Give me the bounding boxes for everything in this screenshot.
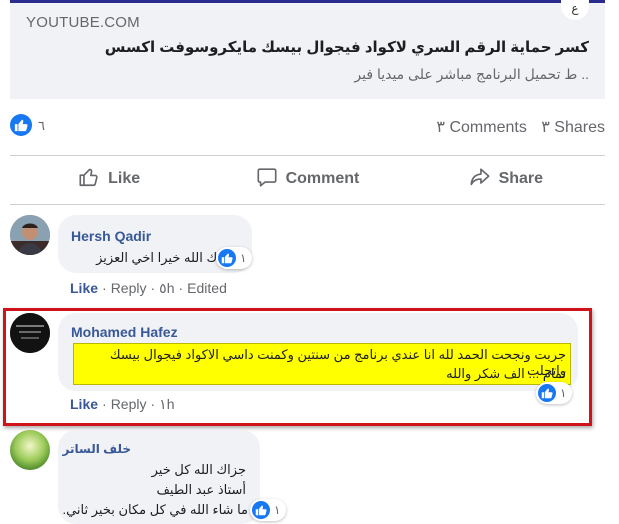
post-action-bar: Like Comment Share xyxy=(10,156,605,202)
comment-reactions-khalaf[interactable]: ١ xyxy=(250,499,287,521)
like-reaction-icon xyxy=(218,249,236,267)
like-button-label: Like xyxy=(108,170,141,187)
like-reaction-icon[interactable] xyxy=(10,114,32,136)
shares-count-link[interactable]: ٣ Shares xyxy=(541,119,605,136)
comment-like-link[interactable]: Like xyxy=(70,396,98,412)
commenter-name-khalaf[interactable]: خلف الساتر xyxy=(63,442,131,456)
preview-corner-badge: ع xyxy=(561,0,589,20)
reaction-summary: ٦ ٣ Comments ٣ Shares xyxy=(10,112,605,138)
comment-text-khalaf-line1: جزاك الله كل خير xyxy=(151,462,246,477)
comment-reply-link[interactable]: Reply xyxy=(111,280,147,296)
avatar-hersh-qadir[interactable] xyxy=(10,215,50,255)
like-reaction-icon xyxy=(538,384,556,402)
avatar-mohamed-hafez[interactable] xyxy=(10,313,50,353)
reaction-count[interactable]: ٦ xyxy=(38,118,45,134)
comment-reply-link[interactable]: Reply xyxy=(111,396,147,412)
comment-text-mohamed-line2: تمام ... الف شكر والله xyxy=(446,366,566,381)
share-button-label: Share xyxy=(498,170,544,187)
preview-top-border xyxy=(10,0,605,3)
preview-domain: YOUTUBE.COM xyxy=(26,14,140,31)
comment-text-hersh: جزاك الله خيرا اخي العزيز xyxy=(96,250,236,265)
comment-like-link[interactable]: Like xyxy=(70,280,98,296)
comment-reactions-mohamed[interactable]: ١ xyxy=(536,382,573,404)
preview-title[interactable]: كسر حماية الرقم السري لاكواد فيجوال بيسك… xyxy=(105,38,589,56)
share-arrow-icon xyxy=(469,166,499,193)
comment-text-khalaf-line3: ما شاء الله في كل مكان بخير ثاني. xyxy=(62,502,248,517)
summary-counts: ٣ Comments ٣ Shares xyxy=(426,117,605,137)
comment-text-khalaf-line2: أستاذ عبد الطيف xyxy=(156,482,246,497)
comment-meta-hersh: Like · Reply · ٥h · Edited xyxy=(70,280,227,296)
divider-bottom xyxy=(10,204,605,205)
comments-count-link[interactable]: ٣ Comments xyxy=(436,119,526,136)
share-button[interactable]: Share xyxy=(407,156,605,202)
preview-description: .. ط تحميل البرنامج مباشر على ميديا فير xyxy=(354,66,589,82)
thumbs-up-icon xyxy=(78,166,108,193)
comment-reactions-hersh[interactable]: ١ xyxy=(216,247,253,269)
comment-button[interactable]: Comment xyxy=(208,156,406,202)
comment-button-label: Comment xyxy=(285,170,360,187)
comment-reaction-count: ١ xyxy=(240,251,247,265)
commenter-name-mohamed[interactable]: Mohamed Hafez xyxy=(71,324,178,340)
commenter-name-hersh[interactable]: Hersh Qadir xyxy=(71,228,151,244)
comment-bubble-icon xyxy=(256,166,286,193)
like-button[interactable]: Like xyxy=(10,156,208,202)
avatar-khalaf-alsater[interactable] xyxy=(10,430,50,470)
comment-timestamp[interactable]: ٥h xyxy=(159,280,174,296)
comment-timestamp[interactable]: ١h xyxy=(159,396,174,412)
like-reaction-icon xyxy=(252,501,270,519)
link-preview-card[interactable]: ع YOUTUBE.COM كسر حماية الرقم السري لاكو… xyxy=(10,0,605,99)
comment-meta-mohamed: Like · Reply · ١h xyxy=(70,396,175,412)
comment-edited-label[interactable]: Edited xyxy=(187,280,227,296)
comment-reaction-count: ١ xyxy=(560,386,567,400)
comment-reaction-count: ١ xyxy=(274,503,281,517)
